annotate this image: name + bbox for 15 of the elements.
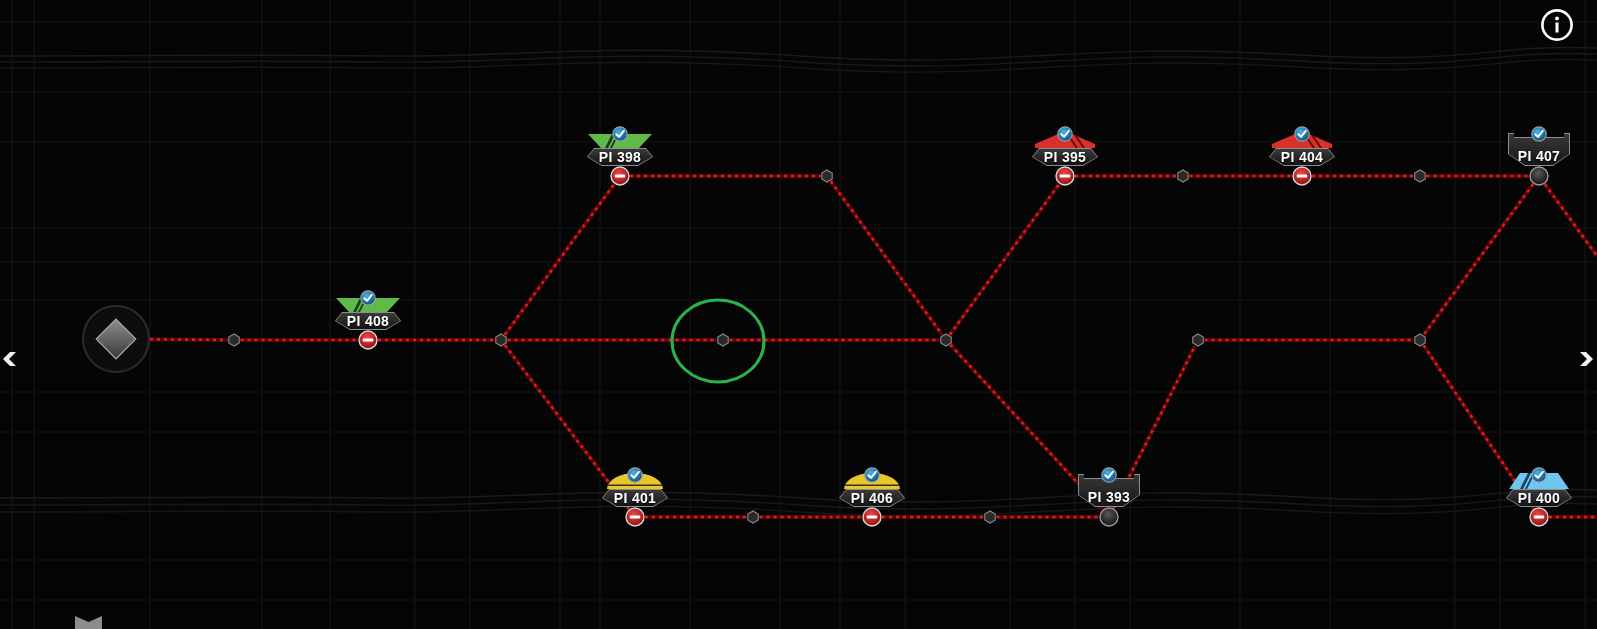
node-label[interactable]: PI 408 <box>335 312 401 330</box>
node-label[interactable]: PI 393 <box>1078 474 1140 507</box>
node-label[interactable]: PI 404 <box>1269 148 1335 166</box>
node-label[interactable]: PI 407 <box>1508 133 1570 166</box>
node-label[interactable]: PI 406 <box>839 489 905 507</box>
chevron-right-icon[interactable] <box>1580 352 1593 366</box>
node-label[interactable]: PI 401 <box>602 489 668 507</box>
chevron-left-icon[interactable] <box>3 352 16 366</box>
waypoint-icon <box>717 333 729 347</box>
chevron-down-icon[interactable] <box>75 616 102 629</box>
node-label[interactable]: PI 398 <box>587 148 653 166</box>
node-label[interactable]: PI 400 <box>1506 489 1572 507</box>
info-icon[interactable] <box>1541 9 1573 41</box>
node-label[interactable]: PI 395 <box>1032 148 1098 166</box>
route-line <box>1549 515 1597 519</box>
